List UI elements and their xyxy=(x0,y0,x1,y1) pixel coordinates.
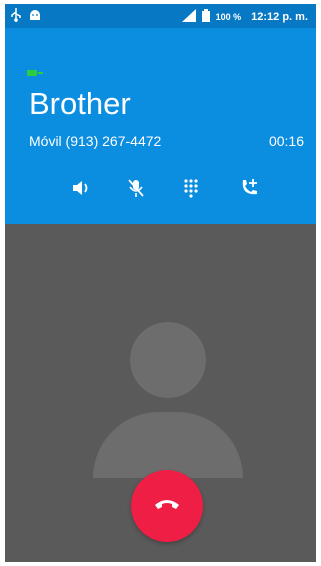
android-icon xyxy=(29,9,41,24)
contact-avatar-body xyxy=(93,412,243,478)
contact-avatar-head xyxy=(130,322,206,398)
contact-name: Brother xyxy=(29,86,131,121)
contact-number: Móvil (913) 267-4472 xyxy=(29,133,162,149)
battery-percent: 100 % xyxy=(215,12,242,22)
status-time: 12:12 p. m. xyxy=(251,11,308,23)
end-call-icon xyxy=(154,497,180,515)
in-call-screen: 100 % 12:12 p. m. Brother Móvil (913) 26… xyxy=(5,4,316,562)
hd-voice-icon xyxy=(27,66,43,84)
dialpad-icon xyxy=(183,178,199,203)
signal-icon xyxy=(181,9,196,25)
add-call-icon xyxy=(239,178,259,203)
speaker-button[interactable] xyxy=(67,176,95,204)
mute-icon xyxy=(127,178,145,203)
add-call-button[interactable] xyxy=(235,176,263,204)
dialpad-button[interactable] xyxy=(177,176,205,204)
mute-button[interactable] xyxy=(122,176,150,204)
speaker-icon xyxy=(71,179,91,202)
call-controls xyxy=(5,176,316,206)
end-call-button[interactable] xyxy=(131,470,203,542)
call-timer: 00:16 xyxy=(268,133,304,149)
battery-icon xyxy=(201,9,210,25)
call-card: Brother Móvil (913) 267-4472 00:16 xyxy=(5,28,316,224)
usb-icon xyxy=(11,8,21,25)
status-bar: 100 % 12:12 p. m. xyxy=(5,4,316,28)
